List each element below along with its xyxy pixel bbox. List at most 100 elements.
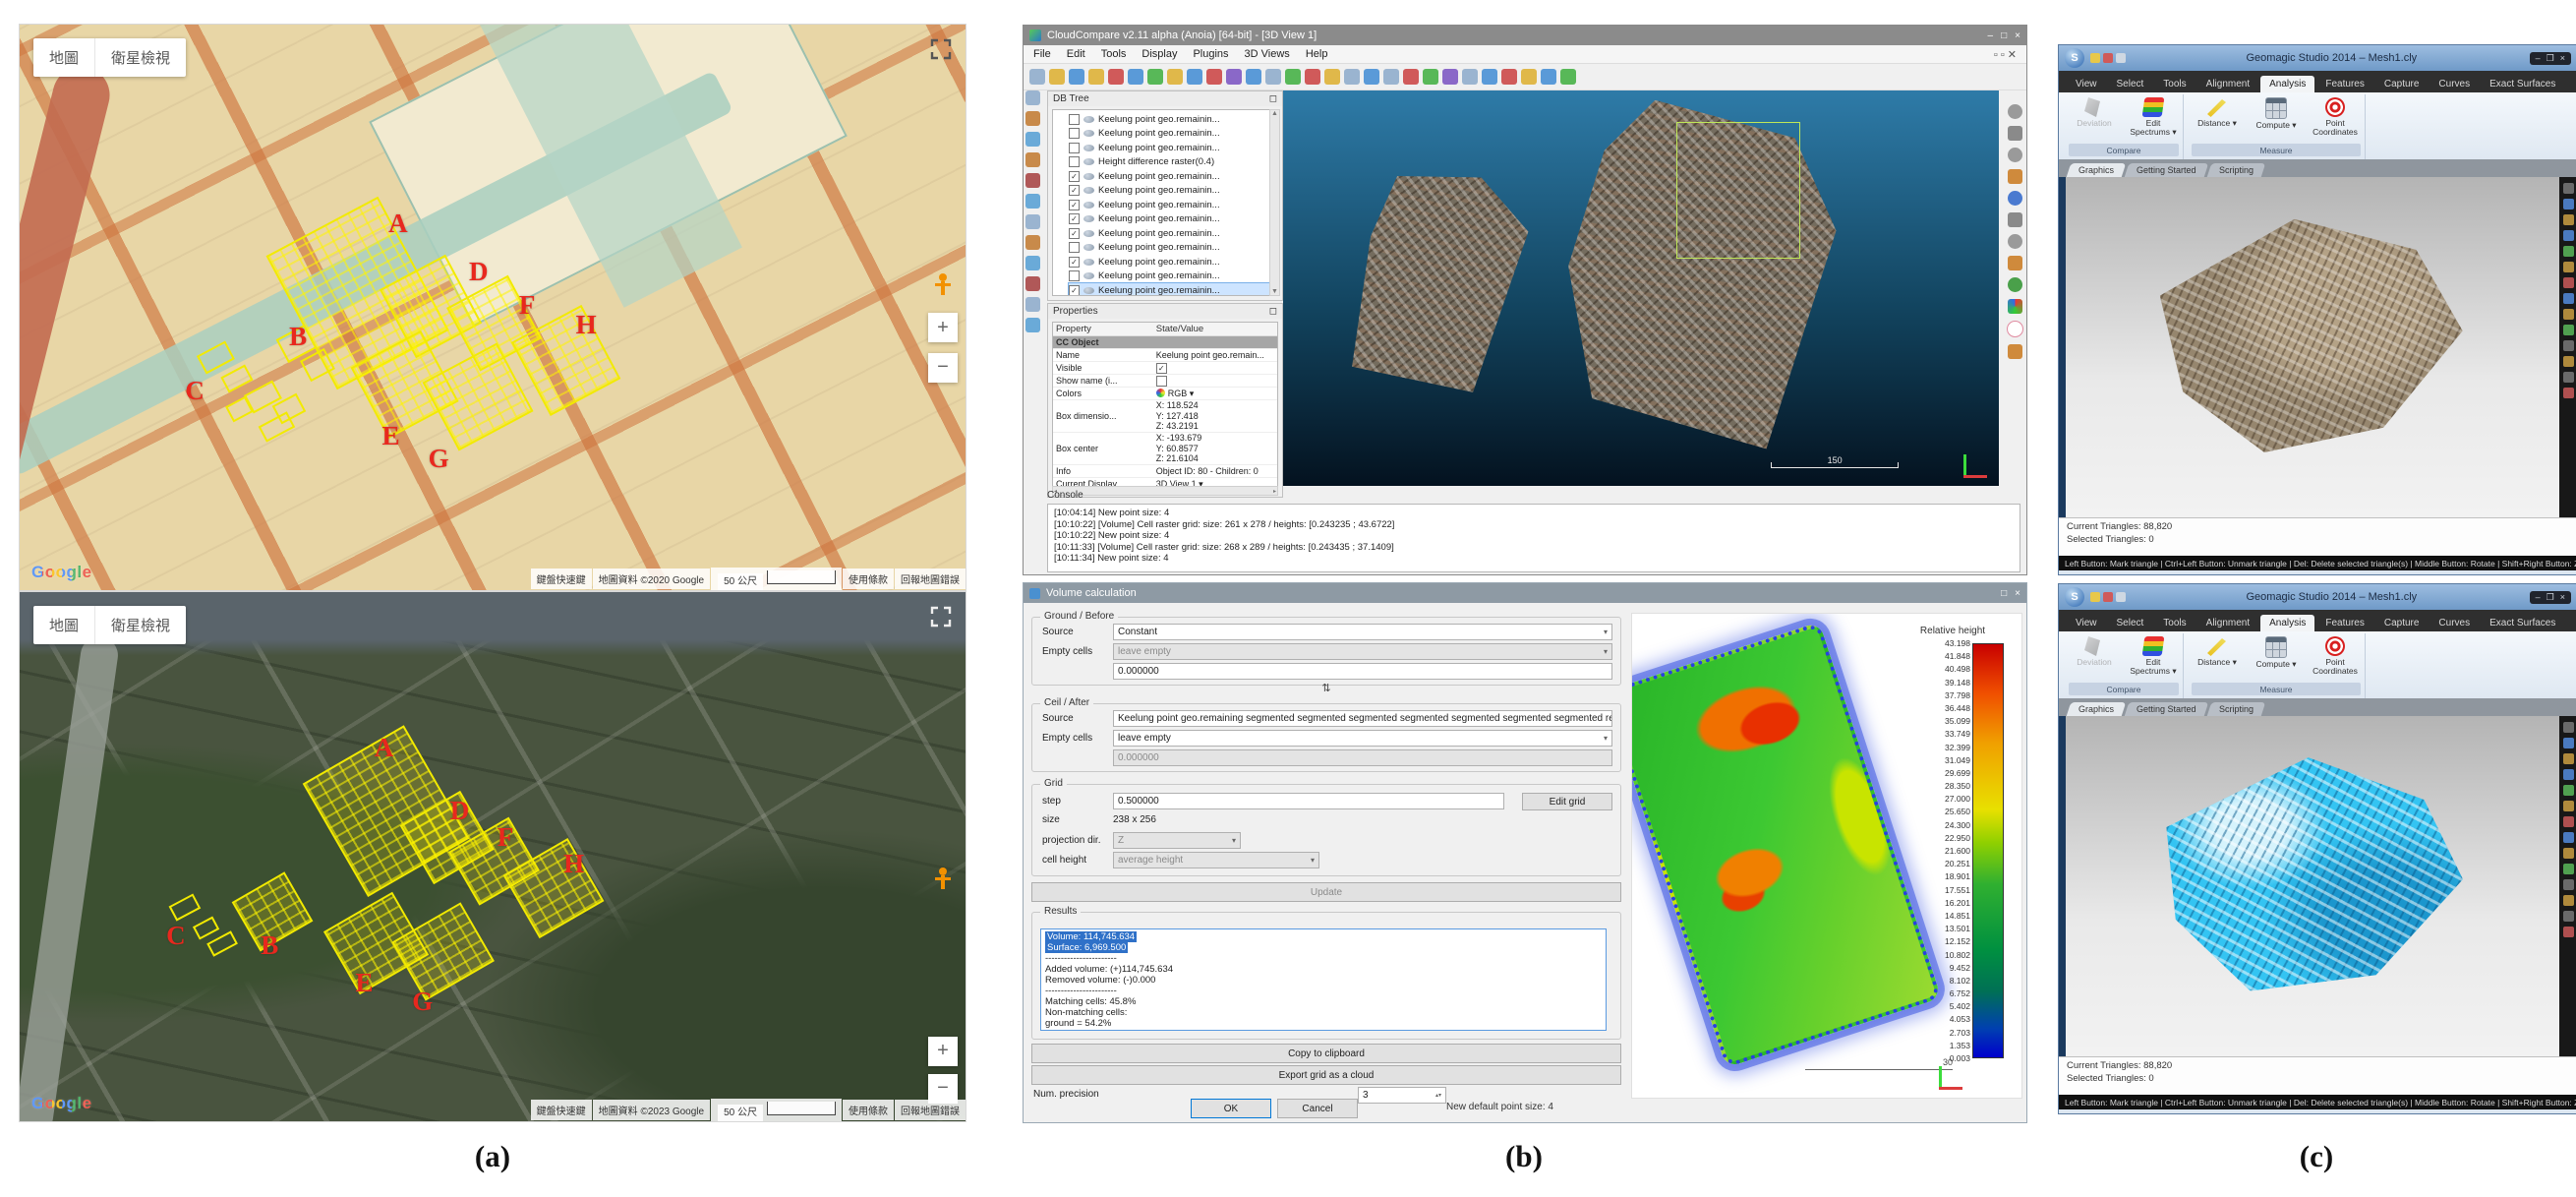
toolbar-icon[interactable] [1442, 69, 1458, 85]
document-tab[interactable]: Getting Started [2124, 163, 2208, 177]
terms-link[interactable]: 使用條款 [843, 569, 894, 589]
maximize-button[interactable]: □ [2001, 30, 2007, 41]
copy-to-clipboard-button[interactable]: Copy to clipboard [1031, 1044, 1621, 1063]
document-tab[interactable]: Scripting [2206, 702, 2265, 716]
document-tab[interactable]: Scripting [2206, 163, 2265, 177]
cancel-button[interactable]: Cancel [1277, 1099, 1358, 1118]
menu-tools[interactable]: Tools [1101, 48, 1127, 60]
toolbar-icon[interactable] [1246, 69, 1261, 85]
ribbon-tab[interactable]: Analysis [2260, 615, 2315, 631]
ok-button[interactable]: OK [1191, 1099, 1271, 1118]
pegman-icon[interactable] [933, 273, 953, 299]
ribbon-tab[interactable]: Select [2108, 76, 2153, 92]
ground-value-input[interactable]: 0.000000 [1113, 663, 1612, 680]
toolbar-icon[interactable] [2007, 277, 2022, 292]
menu-file[interactable]: File [1033, 48, 1051, 60]
tree-item[interactable]: ✓ Height difference raster(0.4) [1069, 155, 1269, 170]
toolbar-icon[interactable] [2562, 816, 2574, 827]
zoom-in-button[interactable]: + [928, 1036, 958, 1066]
toolbar-icon[interactable] [1423, 69, 1438, 85]
toolbar-icon[interactable] [1025, 297, 1040, 312]
update-button[interactable]: Update [1031, 882, 1621, 902]
toolbar-icon[interactable] [1305, 69, 1320, 85]
checkbox[interactable]: ✓ [1069, 242, 1080, 254]
deviation-button[interactable]: Deviation [2069, 636, 2120, 667]
tree-item[interactable]: ✓ Keelung point geo.remainin... [1069, 198, 1269, 212]
ribbon-tab[interactable]: Curves [2430, 615, 2479, 631]
toolbar-icon[interactable] [1069, 69, 1084, 85]
compute-button[interactable]: Compute ▾ [2251, 97, 2302, 130]
toolbar-icon[interactable] [1025, 173, 1040, 188]
distance-button[interactable]: Distance ▾ [2192, 636, 2243, 667]
checkbox[interactable]: ✓ [1069, 142, 1080, 153]
ceil-empty-cells-combo[interactable]: leave empty [1113, 730, 1612, 747]
export-grid-button[interactable]: Export grid as a cloud [1031, 1065, 1621, 1085]
tree-item[interactable]: ✓ Keelung point geo.remainin... [1069, 141, 1269, 155]
toolbar-icon[interactable] [1560, 69, 1576, 85]
child-window-buttons[interactable]: ▫ ▫ ✕ [1994, 48, 2017, 61]
toolbar-icon[interactable] [2562, 848, 2574, 859]
ribbon-tab[interactable]: Curves [2430, 76, 2479, 92]
point-coordinates-button[interactable]: Point Coordinates [2310, 97, 2361, 137]
toolbar-icon[interactable] [2562, 785, 2574, 796]
toolbar-icon[interactable] [2562, 183, 2574, 194]
toolbar-icon[interactable] [2007, 126, 2022, 141]
ribbon-tab[interactable]: Parametric Surfaces [2566, 76, 2576, 92]
ribbon-tab[interactable]: Alignment [2197, 615, 2258, 631]
undo-icon[interactable] [2116, 592, 2126, 602]
map-tab[interactable]: 地圖 [33, 606, 94, 644]
num-precision-spinner[interactable]: 3 [1358, 1087, 1446, 1104]
toolbar-icon[interactable] [1025, 276, 1040, 291]
dialog-titlebar[interactable]: Volume calculation □ × [1024, 583, 2026, 603]
ribbon-tab[interactable]: Alignment [2197, 76, 2258, 92]
checkbox[interactable]: ✓ [1069, 227, 1080, 239]
toolbar-icon[interactable] [2562, 895, 2574, 906]
toolbar-icon[interactable] [1147, 69, 1163, 85]
3d-viewport[interactable] [2059, 716, 2576, 1056]
checkbox[interactable]: ✓ [1069, 270, 1080, 282]
distance-button[interactable]: Distance ▾ [2192, 97, 2243, 128]
toolbar-icon[interactable] [1521, 69, 1537, 85]
dock-pin-icon[interactable]: ◻ [1269, 93, 1277, 104]
toolbar-icon[interactable] [1025, 152, 1040, 167]
toolbar-icon[interactable] [2562, 356, 2574, 367]
edit-spectrums-button[interactable]: Edit Spectrums ▾ [2128, 636, 2179, 676]
toolbar-icon[interactable] [1029, 69, 1045, 85]
toolbar-icon[interactable] [2007, 212, 2022, 227]
toolbar-icon[interactable] [1501, 69, 1517, 85]
ceil-source-combo[interactable]: Keelung point geo.remaining segmented se… [1113, 710, 1612, 727]
minimize-button[interactable]: – [1988, 30, 1994, 41]
ribbon-tab[interactable]: Analysis [2260, 76, 2315, 92]
ribbon-tab[interactable]: View [2067, 615, 2106, 631]
checkbox[interactable]: ✓ [1069, 284, 1080, 295]
checkbox[interactable]: ✓ [1069, 185, 1080, 197]
tree-item[interactable]: ✓ Keelung point geo.remainin... [1069, 184, 1269, 199]
toolbar-icon[interactable] [1403, 69, 1419, 85]
close-button[interactable]: × [2015, 30, 2020, 41]
toolbar-icon[interactable] [1285, 69, 1301, 85]
toolbar-icon[interactable] [2562, 911, 2574, 922]
titlebar[interactable]: S Geomagic Studio 2014 – Mesh1.cly – ❐ × [2059, 584, 2576, 610]
checkbox[interactable]: ✓ [1069, 113, 1080, 125]
checkbox[interactable]: ✓ [1069, 256, 1080, 268]
close-button[interactable]: × [2015, 588, 2020, 599]
3d-view[interactable]: 150 [1283, 90, 1999, 486]
tree-item[interactable]: ✓ Keelung point geo.remainin... [1069, 212, 1269, 227]
keyboard-shortcuts-link[interactable]: 鍵盤快速鍵 [530, 1100, 592, 1120]
menu-display[interactable]: Display [1142, 48, 1177, 60]
toolbar-icon[interactable] [1265, 69, 1281, 85]
toolbar-icon[interactable] [1025, 318, 1040, 332]
toolbar-icon[interactable] [1025, 111, 1040, 126]
terms-link[interactable]: 使用條款 [843, 1100, 894, 1120]
toolbar-icon[interactable] [1108, 69, 1124, 85]
toolbar-icon[interactable] [1482, 69, 1497, 85]
ribbon-tab[interactable]: Parametric Surfaces [2566, 615, 2576, 631]
toolbar-icon[interactable] [2562, 230, 2574, 241]
ribbon-tab[interactable]: Capture [2375, 615, 2429, 631]
tree-item[interactable]: ✓ Keelung point geo.remainin... [1069, 127, 1269, 142]
checkbox[interactable]: ✓ [1069, 128, 1080, 140]
tree-item[interactable]: ✓ Keelung point geo.remainin... [1069, 226, 1269, 241]
toolbar-icon[interactable] [2562, 309, 2574, 320]
toolbar-icon[interactable] [2562, 864, 2574, 874]
menu-edit[interactable]: Edit [1067, 48, 1085, 60]
